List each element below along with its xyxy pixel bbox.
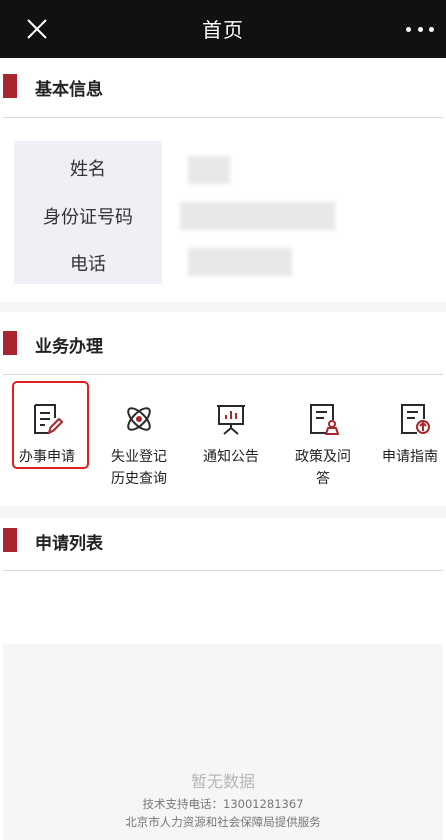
footer-provider: 北京市人力资源和社会保障局提供服务 (125, 815, 321, 829)
tile-policy[interactable]: 政策及问 答 (282, 380, 364, 498)
policy-document-icon (310, 404, 339, 435)
label-id-number: 身份证号码 (43, 207, 133, 228)
guide-document-icon (401, 404, 430, 434)
atom-icon (127, 407, 151, 431)
section-gap (0, 506, 446, 518)
section-accent-bar (3, 74, 17, 98)
section-accent-bar (3, 331, 17, 355)
tile-label: 申请指南 (382, 449, 438, 465)
section-gap (0, 302, 446, 312)
page-title: 首页 (202, 18, 244, 42)
section-title-business: 业务办理 (35, 337, 103, 357)
apply-list-area: 暂无数据 技术支持电话：13001281367 北京市人力资源和社会保障局提供服… (3, 644, 443, 840)
value-id-number-redacted (180, 202, 335, 230)
section-header-apply-list: 申请列表 (0, 518, 446, 562)
label-name: 姓名 (70, 159, 106, 180)
value-name-redacted (188, 156, 230, 184)
tile-label: 通知公告 (203, 449, 259, 465)
tile-label: 政策及问 答 (295, 449, 351, 487)
divider (3, 117, 443, 118)
divider (3, 374, 443, 375)
tile-notice[interactable]: 通知公告 (190, 380, 272, 498)
value-phone-redacted (188, 248, 292, 276)
section-header-business: 业务办理 (0, 321, 446, 365)
more-options-icon[interactable] (402, 16, 438, 42)
tile-label: 失业登记 历史查询 (111, 449, 167, 487)
section-header-basic-info: 基本信息 (0, 64, 446, 108)
info-label-column: 姓名 身份证号码 电话 (14, 141, 162, 284)
tile-history[interactable]: 失业登记 历史查询 (98, 380, 180, 498)
tile-guide[interactable]: 申请指南 (374, 380, 446, 498)
empty-state-text: 暂无数据 (190, 772, 255, 791)
title-bar: 首页 (0, 0, 446, 58)
section-accent-bar (3, 528, 17, 552)
section-title-apply-list: 申请列表 (35, 534, 103, 554)
label-phone: 电话 (70, 254, 106, 275)
tile-highlight-frame (12, 381, 89, 469)
presentation-board-icon (217, 405, 245, 435)
divider (3, 570, 443, 571)
section-title-basic-info: 基本信息 (35, 80, 103, 100)
footer-support-phone: 技术支持电话：13001281367 (142, 797, 304, 811)
